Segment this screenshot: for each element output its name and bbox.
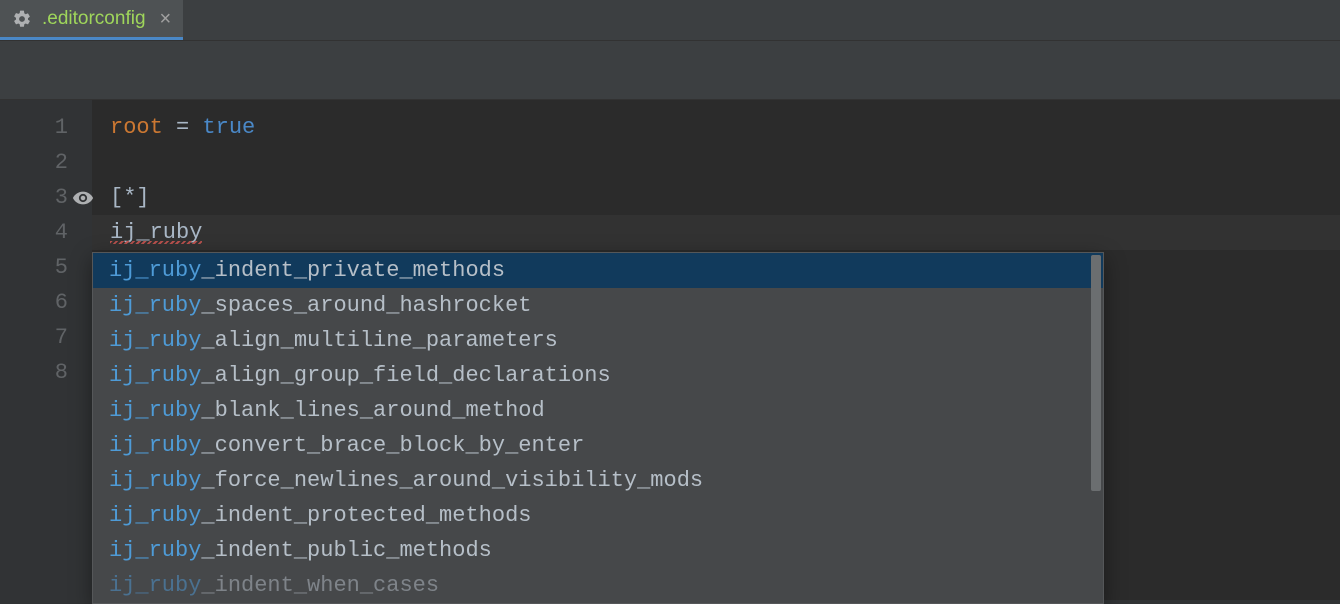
match-prefix: ij_ruby <box>109 253 201 288</box>
match-prefix: ij_ruby <box>109 358 201 393</box>
match-prefix: ij_ruby <box>109 393 201 428</box>
autocomplete-item[interactable]: ij_ruby_align_multiline_parameters <box>93 323 1103 358</box>
code-line[interactable] <box>110 145 1340 180</box>
gutter-row: 1 <box>0 110 92 145</box>
tab-bar: .editorconfig × <box>0 0 1340 40</box>
item-rest: _blank_lines_around_method <box>201 393 544 428</box>
autocomplete-item[interactable]: ij_ruby_blank_lines_around_method <box>93 393 1103 428</box>
item-rest: _indent_when_cases <box>201 568 439 603</box>
match-prefix: ij_ruby <box>109 533 201 568</box>
match-prefix: ij_ruby <box>109 463 201 498</box>
editor[interactable]: 1 2 3 4 5 6 7 8 root = true [*] ij_ruby … <box>0 100 1340 600</box>
tok-glob: * <box>123 185 136 210</box>
tok-bracket: [ <box>110 185 123 210</box>
match-prefix: ij_ruby <box>109 498 201 533</box>
autocomplete-item[interactable]: ij_ruby_spaces_around_hashrocket <box>93 288 1103 323</box>
autocomplete-item[interactable]: ij_ruby_convert_brace_block_by_enter <box>93 428 1103 463</box>
gear-icon <box>12 9 32 29</box>
gutter-row: 7 <box>0 320 92 355</box>
gutter: 1 2 3 4 5 6 7 8 <box>0 100 92 600</box>
code-line-current[interactable]: ij_ruby <box>92 215 1340 250</box>
item-rest: _spaces_around_hashrocket <box>201 288 531 323</box>
match-prefix: ij_ruby <box>109 288 201 323</box>
gutter-row: 6 <box>0 285 92 320</box>
item-rest: _force_newlines_around_visibility_mods <box>201 463 703 498</box>
line-number: 4 <box>48 215 68 250</box>
tok-key: root <box>110 115 163 140</box>
match-prefix: ij_ruby <box>109 568 201 603</box>
line-number: 8 <box>48 355 68 390</box>
line-number: 6 <box>48 285 68 320</box>
tab-editorconfig[interactable]: .editorconfig × <box>0 0 183 40</box>
line-number: 1 <box>48 110 68 145</box>
code-line[interactable]: root = true <box>110 110 1340 145</box>
breadcrumb-bar <box>0 40 1340 100</box>
autocomplete-item[interactable]: ij_ruby_indent_protected_methods <box>93 498 1103 533</box>
tok-bool: true <box>202 115 255 140</box>
gutter-row: 8 <box>0 355 92 390</box>
item-rest: _align_group_field_declarations <box>201 358 610 393</box>
autocomplete-item[interactable]: ij_ruby_indent_private_methods <box>93 253 1103 288</box>
tab-filename-label: .editorconfig <box>42 8 146 30</box>
line-number: 2 <box>48 145 68 180</box>
error-underline-icon <box>110 241 202 244</box>
code-line[interactable]: [*] <box>110 180 1340 215</box>
item-rest: _align_multiline_parameters <box>201 323 557 358</box>
line-number: 7 <box>48 320 68 355</box>
item-rest: _indent_protected_methods <box>201 498 531 533</box>
item-rest: _indent_public_methods <box>201 533 491 568</box>
gutter-row: 3 <box>0 180 92 215</box>
autocomplete-item[interactable]: ij_ruby_indent_public_methods <box>93 533 1103 568</box>
match-prefix: ij_ruby <box>109 428 201 463</box>
line-number: 3 <box>48 180 68 215</box>
gutter-row: 5 <box>0 250 92 285</box>
autocomplete-item[interactable]: ij_ruby_indent_when_cases <box>93 568 1103 603</box>
line-number: 5 <box>48 250 68 285</box>
tok-op: = <box>163 115 203 140</box>
gutter-row: 2 <box>0 145 92 180</box>
gutter-row: 4 <box>0 215 92 250</box>
autocomplete-popup[interactable]: ij_ruby_indent_private_methods ij_ruby_s… <box>92 252 1104 604</box>
item-rest: _indent_private_methods <box>201 253 505 288</box>
autocomplete-item[interactable]: ij_ruby_force_newlines_around_visibility… <box>93 463 1103 498</box>
tok-text: ij_ruby <box>110 220 202 245</box>
match-prefix: ij_ruby <box>109 323 201 358</box>
scrollbar-thumb[interactable] <box>1091 255 1101 491</box>
close-icon[interactable]: × <box>156 9 172 29</box>
eye-icon[interactable] <box>72 187 94 209</box>
tok-bracket: ] <box>136 185 149 210</box>
item-rest: _convert_brace_block_by_enter <box>201 428 584 463</box>
autocomplete-item[interactable]: ij_ruby_align_group_field_declarations <box>93 358 1103 393</box>
